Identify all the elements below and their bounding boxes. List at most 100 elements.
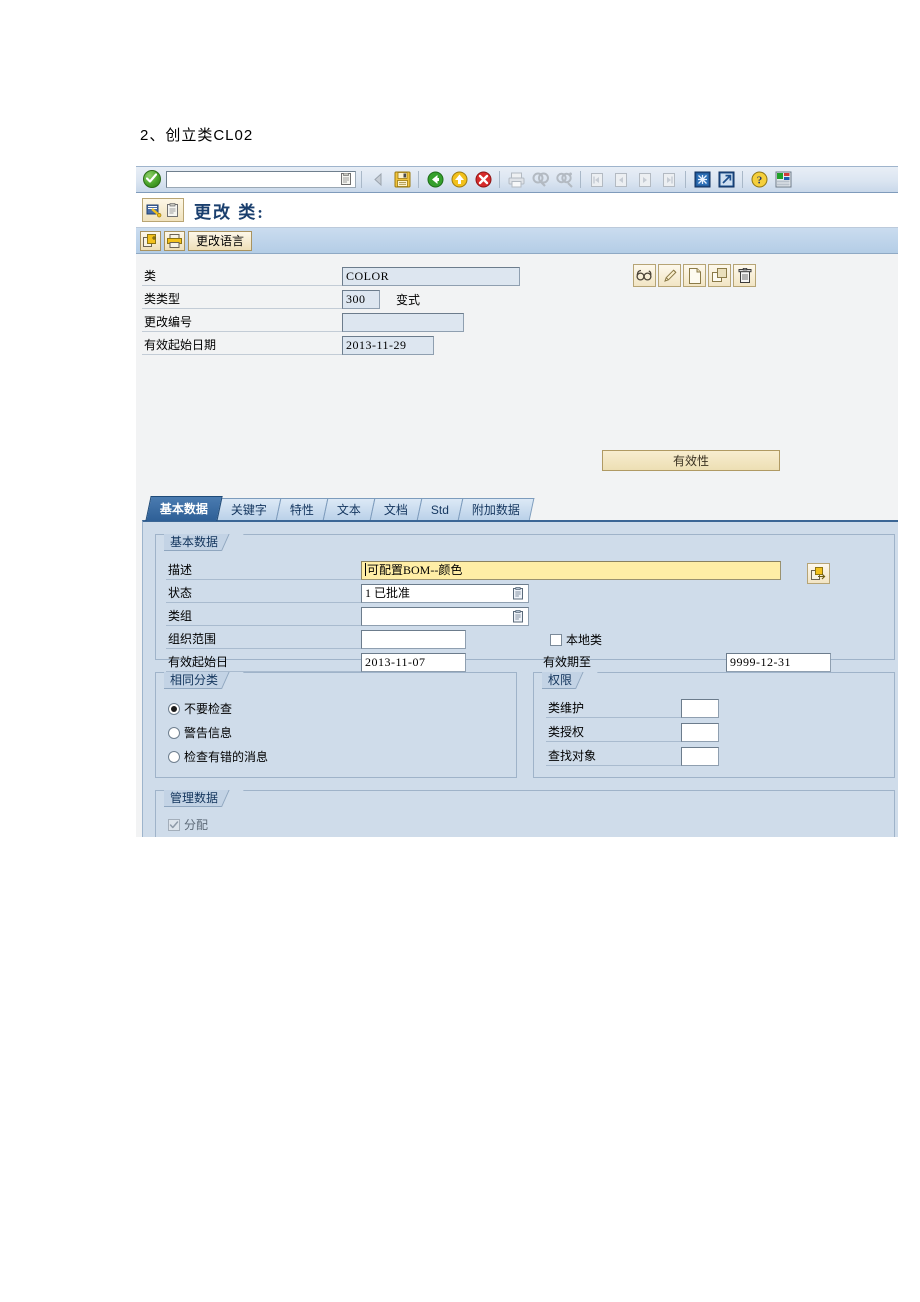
radio-warning[interactable]: 警告信息: [168, 723, 232, 742]
tab-additional-data[interactable]: 附加数据: [457, 498, 535, 521]
last-page-icon[interactable]: [658, 169, 680, 190]
radio-error-button[interactable]: [168, 750, 180, 763]
tab-label: 文档: [383, 503, 408, 517]
tab-strip: 基本数据 关键字 特性 文本 文档 Std 附加数据: [142, 496, 898, 521]
description-label: 描述: [166, 561, 361, 580]
display-glasses-icon[interactable]: [633, 264, 656, 287]
change-pencil-icon[interactable]: [658, 264, 681, 287]
radio-error[interactable]: 检查有错的消息: [168, 747, 268, 766]
assigned-checkbox: [168, 818, 180, 831]
find-object-label: 查找对象: [546, 747, 681, 766]
text-cursor: [365, 563, 366, 576]
status-value: 1 已批准: [365, 586, 411, 600]
class-authorization-label: 类授权: [546, 723, 681, 742]
tab-keywords[interactable]: 关键字: [216, 498, 282, 521]
sap-gui-window: ? 更改 类: 更改语言 类 COLOR 类类型 300 变式 更改编号 有效起…: [136, 166, 898, 837]
header-action-icons: [633, 264, 758, 287]
back-arrow-icon[interactable]: [367, 169, 389, 190]
next-page-icon[interactable]: [634, 169, 656, 190]
command-history-icon[interactable]: [340, 172, 353, 187]
copy-icon[interactable]: [708, 264, 731, 287]
class-field[interactable]: COLOR: [342, 266, 520, 286]
previous-page-icon[interactable]: [610, 169, 632, 190]
help-icon[interactable]: ?: [748, 169, 770, 190]
cancel-red-icon[interactable]: [472, 169, 494, 190]
header-fields: 类 COLOR 类类型 300 变式 更改编号 有效起始日期 2013-11-2…: [136, 254, 898, 471]
svg-text:?: ?: [756, 175, 762, 187]
tab-characteristics[interactable]: 特性: [275, 498, 329, 521]
valid-to-field[interactable]: 9999-12-31: [726, 653, 831, 672]
class-authorization-field[interactable]: [681, 723, 719, 742]
system-toolbar: ?: [136, 167, 898, 193]
create-session-icon[interactable]: [691, 169, 713, 190]
header-row-change-number: 更改编号: [142, 312, 898, 332]
page-title: 更改 类:: [194, 202, 265, 222]
find-icon[interactable]: [529, 169, 551, 190]
same-classification-group: 相同分类 不要检查 警告信息 检查有错的消息: [155, 672, 517, 778]
find-object-field[interactable]: [681, 747, 719, 766]
header-row-class: 类 COLOR: [142, 266, 898, 286]
radio-no-check-button[interactable]: [168, 702, 180, 715]
copy-class-icon[interactable]: [140, 230, 161, 251]
change-language-button[interactable]: 更改语言: [188, 230, 253, 251]
tab-label: 附加数据: [471, 503, 521, 517]
first-page-icon[interactable]: [586, 169, 608, 190]
print-icon[interactable]: [505, 169, 527, 190]
description-value: 可配置BOM--颜色: [367, 563, 463, 577]
clipboard-icon[interactable]: [163, 201, 182, 219]
create-shortcut-icon[interactable]: [715, 169, 737, 190]
radio-no-check[interactable]: 不要检查: [168, 699, 232, 718]
local-class-checkbox-box[interactable]: [550, 633, 562, 646]
class-group-search-help-icon[interactable]: [512, 609, 525, 624]
back-green-icon[interactable]: [424, 169, 446, 190]
class-group-row: 类组: [166, 607, 882, 626]
command-field[interactable]: [166, 171, 356, 188]
valid-from-field[interactable]: 2013-11-29: [342, 335, 434, 355]
exit-yellow-icon[interactable]: [448, 169, 470, 190]
radio-warning-label: 警告信息: [184, 726, 233, 740]
valid-from-date-field[interactable]: 2013-11-07: [361, 653, 466, 672]
title-button-group[interactable]: [142, 198, 184, 222]
local-class-label: 本地类: [566, 633, 603, 647]
class-maintenance-field[interactable]: [681, 699, 719, 718]
tab-content-panel: 基本数据 描述 可配置BOM--颜色 状态 1 已批准 类组 组织范围 本地类 …: [142, 520, 898, 837]
header-row-valid-from: 有效起始日期 2013-11-29: [142, 335, 898, 355]
toolbar-divider: [499, 171, 500, 188]
org-area-field[interactable]: [361, 630, 466, 649]
status-search-help-icon[interactable]: [512, 586, 525, 601]
tab-documents[interactable]: 文档: [369, 498, 423, 521]
tab-label: 文本: [336, 503, 361, 517]
tab-basic-data[interactable]: 基本数据: [145, 496, 223, 521]
org-area-label: 组织范围: [166, 630, 361, 649]
class-group-field[interactable]: [361, 607, 529, 626]
toolbar-divider: [742, 171, 743, 188]
radio-warning-button[interactable]: [168, 726, 180, 739]
save-icon[interactable]: [391, 169, 413, 190]
valid-from-date-label: 有效起始日: [166, 653, 361, 672]
toolbar-divider: [418, 171, 419, 188]
command-input[interactable]: [170, 172, 340, 187]
tab-label: 特性: [289, 503, 314, 517]
description-field[interactable]: 可配置BOM--颜色: [361, 561, 781, 580]
basic-data-group-title: 基本数据: [164, 534, 237, 551]
application-toolbar: 更改语言: [136, 228, 898, 254]
green-check-icon[interactable]: [142, 170, 162, 189]
delete-trash-icon[interactable]: [733, 264, 756, 287]
class-authorization-row: 类授权: [546, 723, 876, 742]
change-number-field[interactable]: [342, 312, 464, 332]
class-type-field[interactable]: 300: [342, 289, 380, 309]
create-page-icon[interactable]: [683, 264, 706, 287]
find-next-icon[interactable]: [553, 169, 575, 190]
expand-description-icon[interactable]: [807, 563, 830, 584]
page-root: 2、创立类CL02 ? 更改 类: 更改语言 类 COLOR 类类型 300 变…: [0, 0, 920, 1302]
status-field[interactable]: 1 已批准: [361, 584, 529, 603]
local-class-checkbox[interactable]: 本地类: [550, 631, 602, 648]
print-class-icon[interactable]: [164, 230, 185, 251]
validity-button[interactable]: 有效性: [602, 450, 780, 471]
class-label: 类: [142, 267, 342, 286]
tab-std[interactable]: Std: [416, 498, 464, 521]
customize-layout-icon[interactable]: [772, 169, 794, 190]
tab-texts[interactable]: 文本: [322, 498, 376, 521]
menu-icon[interactable]: [144, 201, 163, 219]
status-label: 状态: [166, 584, 361, 603]
